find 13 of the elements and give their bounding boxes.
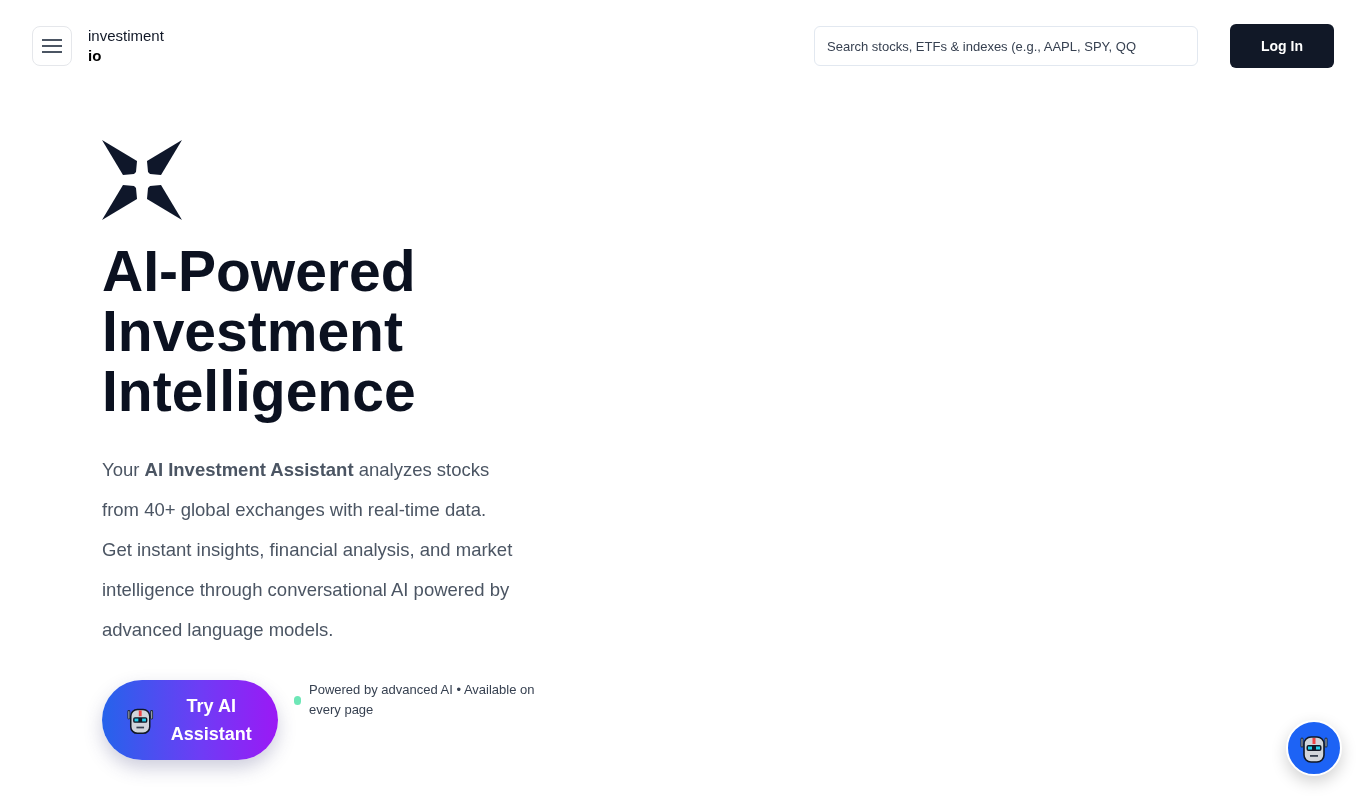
chat-assistant-button[interactable] [1286,720,1342,776]
hero-description: Your AI Investment Assistant analyzes stocks from 40+ global exchanges with real-time data. Get instant insights, financial analysis, and market intelligence through conversational AI powered by advanced language models. [102,458,514,642]
menu-icon [42,39,62,53]
brand-name[interactable]: investiment [88,26,164,46]
brand-suffix[interactable]: io [88,46,164,66]
try-ai-assistant-button[interactable]: Try AI Assistant [102,680,278,760]
menu-button[interactable] [32,26,72,66]
search-field[interactable]: Search stocks, ETFs & indexes (e.g., AAPL, SPY, QQ [814,26,1198,66]
hero-heading: AI-Powered Investment Intelligence [102,241,417,421]
robot-icon [1299,733,1329,763]
logo-icon [102,140,182,220]
availability-note: Powered by advanced AI • Available on every page [309,681,536,719]
login-button[interactable]: Log In [1230,24,1334,68]
